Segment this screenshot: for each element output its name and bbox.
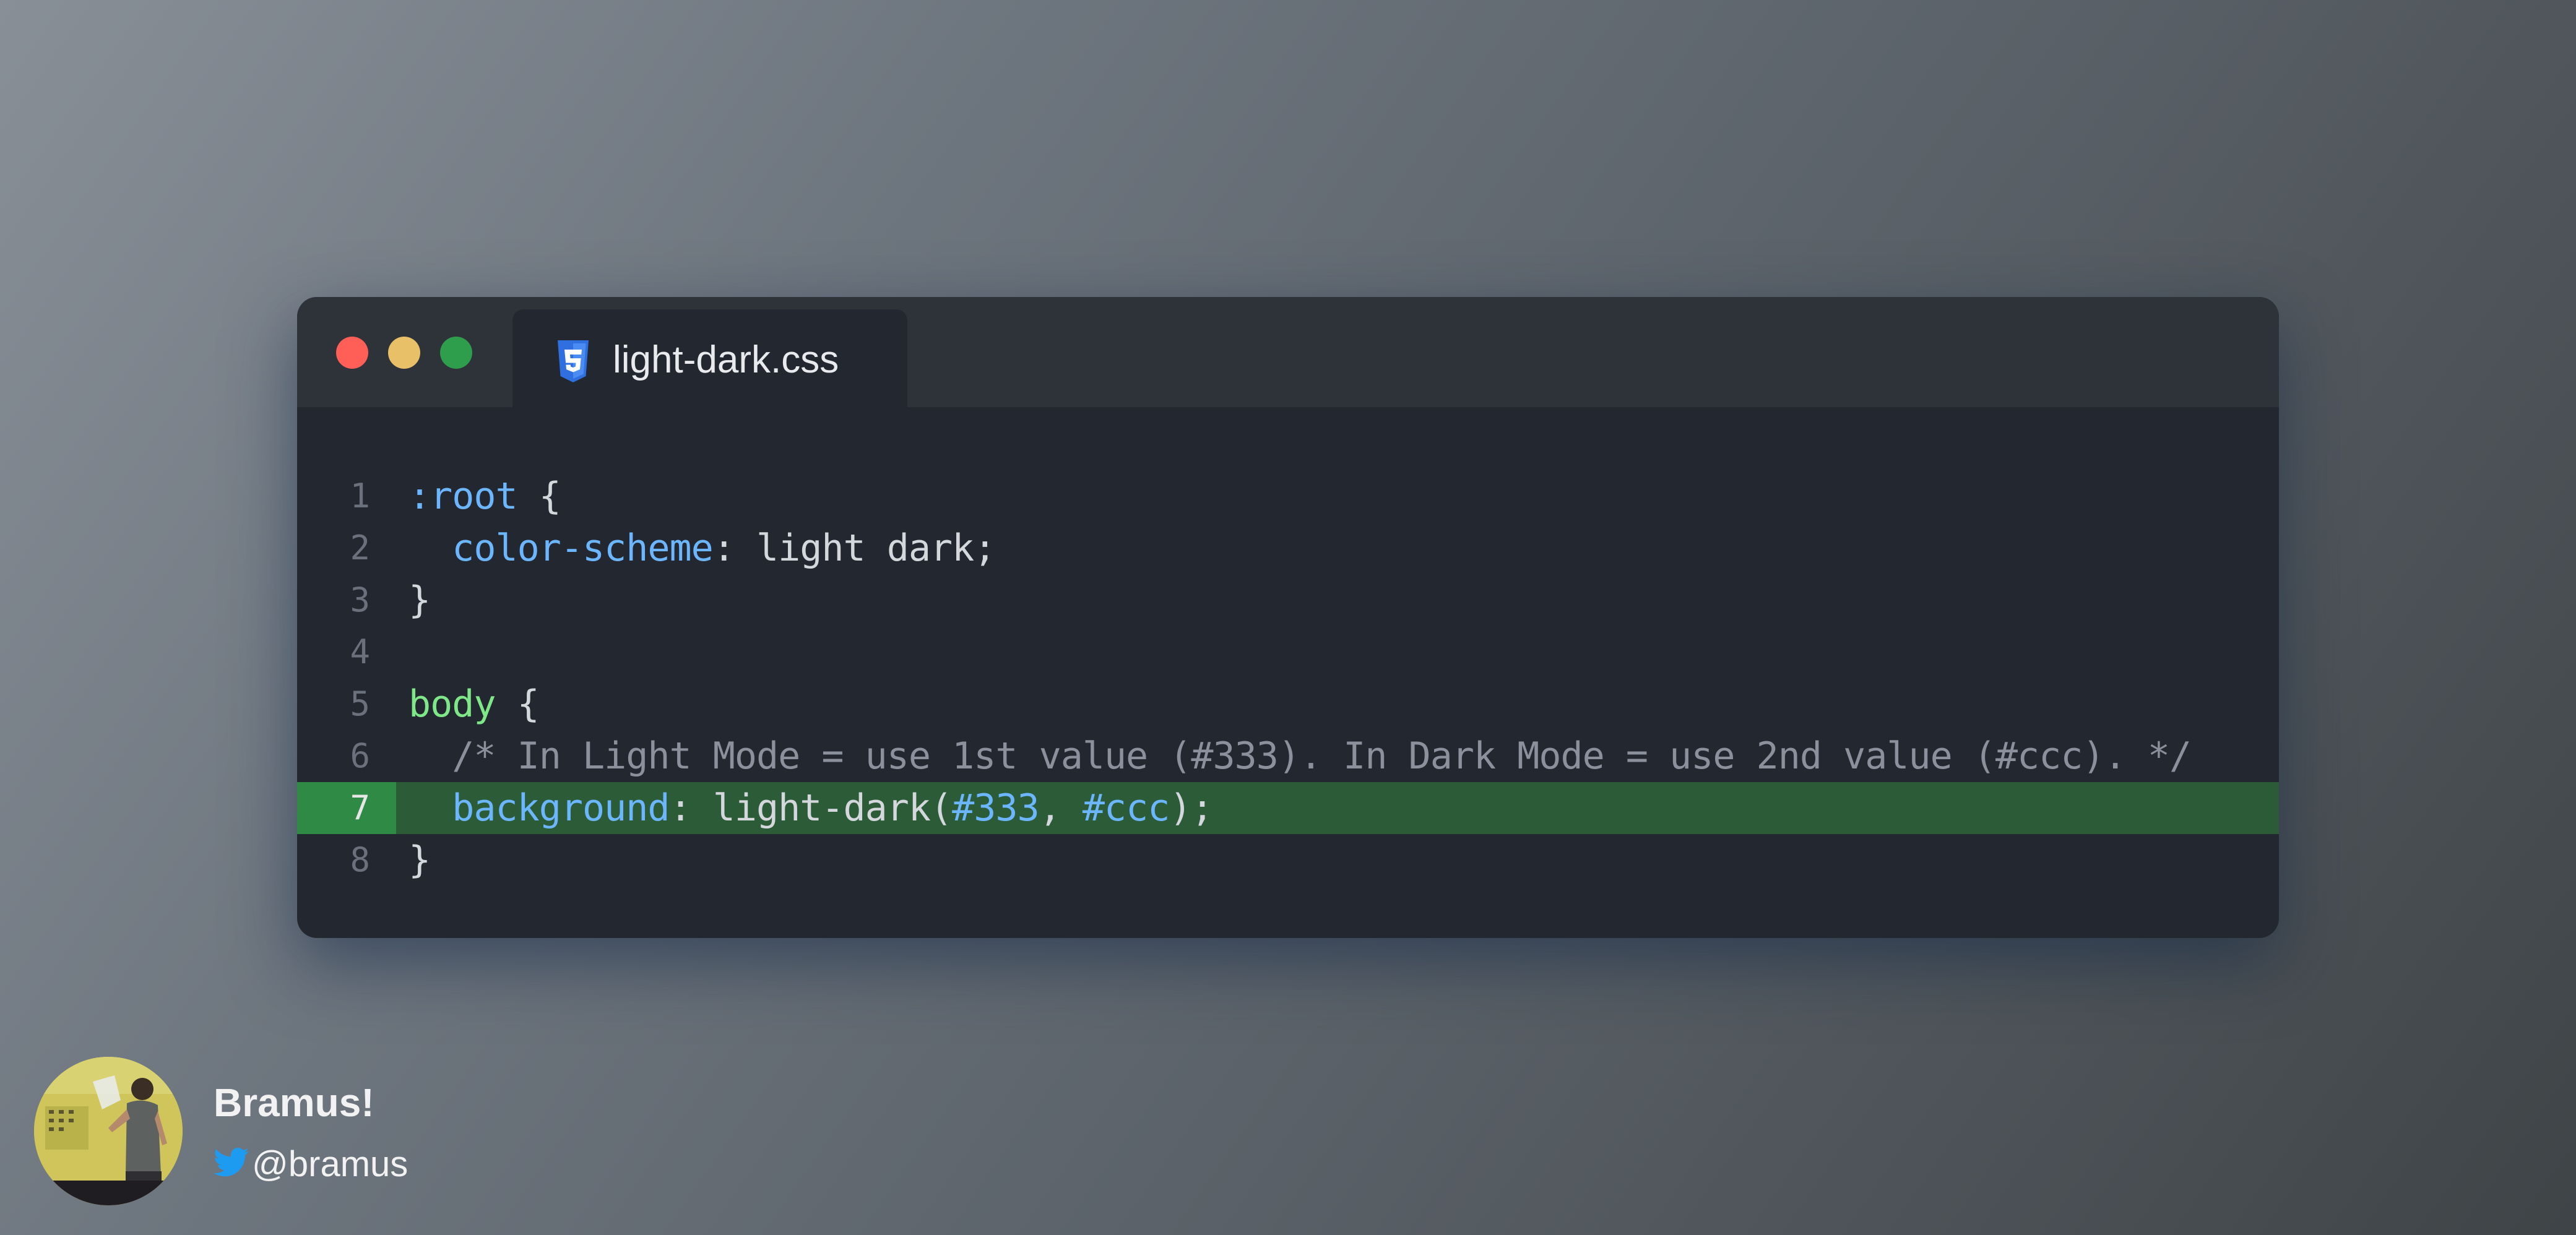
- code-line[interactable]: 5 body {: [297, 678, 2279, 730]
- line-gutter[interactable]: 7: [297, 782, 396, 834]
- code-line[interactable]: 1 :root {: [297, 470, 2279, 522]
- line-gutter[interactable]: 8: [297, 834, 396, 886]
- line-number: 3: [350, 580, 370, 619]
- line-gutter[interactable]: 5: [297, 678, 396, 730]
- code-token: body: [408, 682, 496, 726]
- line-number: 8: [350, 840, 370, 879]
- code-token: {: [517, 475, 561, 518]
- css3-icon: [558, 340, 589, 382]
- line-source: }: [408, 838, 431, 882]
- line-gutter[interactable]: 3: [297, 574, 396, 626]
- line-source: background: light-dark(#333, #ccc);: [408, 788, 1213, 828]
- line-source: /* In Light Mode = use 1st value (#333).…: [408, 734, 2192, 778]
- line-source: color-scheme: light dark;: [408, 527, 996, 570]
- code-token: }: [408, 579, 431, 622]
- author-handle: @bramus: [252, 1144, 408, 1184]
- line-number: 7: [350, 788, 370, 827]
- maximize-button[interactable]: [440, 337, 472, 369]
- minimize-button[interactable]: [388, 337, 420, 369]
- code-token: :root: [408, 475, 518, 518]
- tab-light-dark-css[interactable]: light-dark.css: [512, 309, 907, 407]
- code-token: background: [452, 786, 670, 830]
- line-gutter[interactable]: 4: [297, 626, 396, 678]
- line-source: body {: [408, 682, 540, 726]
- twitter-icon: [214, 1148, 249, 1177]
- author-name: Bramus!: [214, 1080, 374, 1125]
- line-number: 1: [350, 476, 370, 515]
- close-button[interactable]: [336, 337, 368, 369]
- code-line[interactable]: 3}: [297, 574, 2279, 626]
- code-token: : light dark;: [712, 527, 996, 570]
- line-number: 4: [350, 632, 370, 671]
- editor-window: light-dark.css 1:root {2 color-scheme: l…: [297, 297, 2279, 938]
- line-number: 6: [350, 736, 370, 775]
- line-gutter[interactable]: 6: [297, 730, 396, 782]
- line-gutter[interactable]: 2: [297, 522, 396, 574]
- code-token: );: [1169, 786, 1213, 830]
- code-token: #333: [952, 786, 1039, 830]
- code-token: /* In Light Mode = use 1st value (#333).…: [408, 734, 2192, 778]
- speaker-photo-image: [34, 1057, 183, 1205]
- code-line[interactable]: 4: [297, 626, 2279, 678]
- code-token: color-scheme: [452, 527, 713, 570]
- line-number: 2: [350, 528, 370, 567]
- line-source: :root {: [408, 476, 561, 516]
- code-line[interactable]: 2 color-scheme: light dark;: [297, 522, 2279, 574]
- code-token: }: [408, 838, 431, 882]
- line-source: }: [408, 579, 431, 622]
- code-token: ,: [1039, 786, 1083, 830]
- avatar: [34, 1057, 183, 1205]
- line-number: 5: [350, 684, 370, 723]
- code-token: : light-dark(: [669, 786, 953, 830]
- code-line[interactable]: 8}: [297, 834, 2279, 886]
- title-bar: light-dark.css: [297, 297, 2279, 407]
- line-gutter[interactable]: 1: [297, 470, 396, 522]
- code-token: #ccc: [1082, 786, 1170, 830]
- code-line[interactable]: 6 /* In Light Mode = use 1st value (#333…: [297, 730, 2279, 782]
- tab-label: light-dark.css: [613, 338, 839, 381]
- code-token: {: [495, 682, 540, 726]
- code-line[interactable]: 7 background: light-dark(#333, #ccc);: [297, 782, 2279, 834]
